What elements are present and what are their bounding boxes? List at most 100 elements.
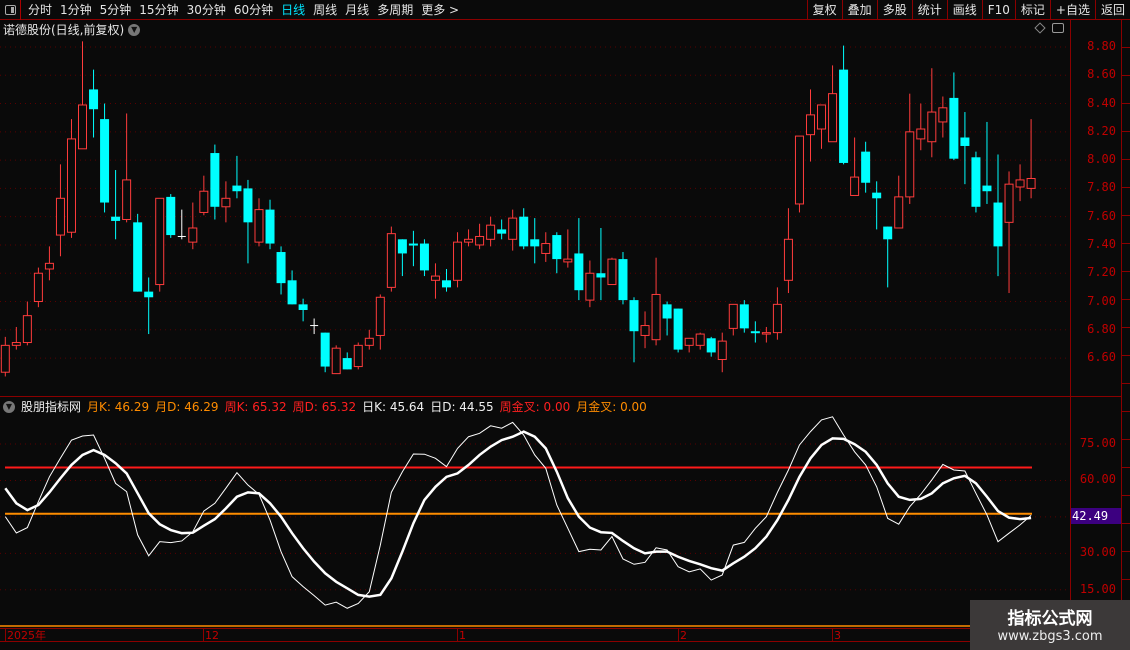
candle-body-up [684, 337, 694, 346]
candle-body-up [364, 337, 374, 346]
strip-cell[interactable] [1122, 300, 1130, 328]
candle-body-up [794, 135, 804, 205]
candle-body-up [817, 104, 827, 130]
price-tick-label: 6.80 [1087, 321, 1116, 336]
strip-cell[interactable] [1122, 328, 1130, 356]
indicator-tick-label: 15.00 [1079, 581, 1116, 596]
strip-cell[interactable] [1122, 552, 1130, 580]
candle-body-down [497, 229, 507, 234]
toolbar-button[interactable]: 返回 [1094, 0, 1130, 20]
panel-divider [0, 396, 1121, 397]
indicator-tick-label: 30.00 [1079, 545, 1116, 560]
candle-body-down [750, 331, 760, 334]
candle-body-down [673, 308, 683, 350]
candle-body-down [100, 119, 110, 203]
indicator-tick-label: 60.00 [1079, 472, 1116, 487]
candle-body-down [210, 153, 220, 207]
strip-cell[interactable] [1122, 48, 1130, 76]
strip-cell[interactable] [1122, 412, 1130, 440]
date-label: 2025年 [5, 629, 46, 642]
candle-body-up [761, 332, 771, 335]
candle-body-down [133, 222, 143, 292]
candle-body-up [430, 275, 440, 281]
candle-body-up [78, 104, 88, 150]
strip-cell[interactable] [1122, 384, 1130, 412]
candle-body-up [353, 344, 363, 368]
candle-body-down [287, 280, 297, 305]
candle-body-down [144, 291, 154, 298]
strip-cell[interactable] [1122, 188, 1130, 216]
candle-body-up [805, 114, 815, 136]
indicator-value: 月K: 46.29 [87, 400, 150, 414]
candle-body-down [993, 202, 1003, 247]
candle-body-down [530, 239, 540, 247]
candle-body-up [783, 238, 793, 281]
candle-body-up [188, 227, 198, 243]
candle-body-up [33, 272, 43, 303]
strip-cell[interactable] [1122, 356, 1130, 384]
price-tick-label: 6.60 [1087, 350, 1116, 365]
price-tick-label: 8.80 [1087, 39, 1116, 53]
strip-cell[interactable] [1122, 104, 1130, 132]
strip-cell[interactable] [1122, 496, 1130, 524]
candle-body-up [508, 217, 518, 240]
candle-body-down [232, 185, 242, 192]
candle-body-down [397, 239, 407, 254]
candle-body-down [442, 280, 451, 288]
price-tick-label: 8.20 [1087, 123, 1116, 138]
strip-cell[interactable] [1122, 272, 1130, 300]
price-tick-label: 7.60 [1087, 208, 1116, 223]
daily-k-line [4, 416, 1032, 609]
strip-cell[interactable] [1122, 440, 1130, 468]
chart-canvas[interactable] [0, 0, 1070, 628]
candle-body-up [585, 272, 595, 301]
indicator-tick-label: 75.00 [1079, 436, 1116, 450]
candle-body-up [905, 131, 915, 198]
candle-body-up [221, 197, 231, 208]
candle-body-down [111, 216, 121, 221]
chevron-down-icon[interactable]: ▼ [3, 400, 15, 413]
strip-cell[interactable] [1122, 76, 1130, 104]
indicator-name: 股朋指标网 [21, 400, 82, 414]
candle-body-up [541, 243, 551, 254]
price-tick-label: 7.40 [1087, 236, 1116, 251]
candle-body-down [861, 151, 871, 183]
candle-body-up [894, 196, 904, 229]
strip-cell[interactable] [1122, 160, 1130, 188]
candle-body-up [1026, 178, 1036, 189]
candle-body-down [298, 304, 308, 311]
strip-cell[interactable] [1122, 20, 1130, 48]
candle-body-down [574, 253, 584, 291]
strip-cell[interactable] [1122, 244, 1130, 272]
side-info-strip[interactable] [1121, 20, 1130, 640]
candle-body-up [927, 111, 937, 143]
current-value-label: 42.49 [1071, 508, 1121, 524]
candle-body-down [629, 300, 639, 332]
candle-body-up [850, 176, 860, 196]
candle-body-down [739, 304, 749, 329]
candle-body-up [772, 303, 782, 334]
candle-body-up [375, 296, 385, 336]
candle-body-up [464, 238, 474, 243]
candle-body-up [254, 209, 264, 243]
strip-cell[interactable] [1122, 216, 1130, 244]
strip-cell[interactable] [1122, 468, 1130, 496]
indicator-value: 周D: 65.32 [292, 400, 357, 414]
candle-body-down [883, 226, 893, 240]
candle-body-down [706, 338, 716, 353]
candle-body-up [486, 224, 496, 240]
candle-body-up [640, 325, 650, 336]
candle-body-up [828, 93, 838, 143]
candle-body-up [916, 128, 926, 140]
date-label: 2 [678, 629, 687, 642]
candle-body-down [265, 209, 275, 244]
indicator-legend: ▼ 股朋指标网 月K: 46.29 月D: 46.29 周K: 65.32 周D: 6… [3, 398, 647, 415]
indicator-value: 周金叉: 0.00 [499, 400, 571, 414]
candle-body-up [563, 258, 573, 263]
strip-cell[interactable] [1122, 132, 1130, 160]
candle-body-up [22, 315, 32, 344]
candle-body-up [607, 258, 617, 286]
strip-cell[interactable] [1122, 524, 1130, 552]
indicator-value: 日D: 44.55 [430, 400, 494, 414]
date-label: 12 [203, 629, 219, 642]
